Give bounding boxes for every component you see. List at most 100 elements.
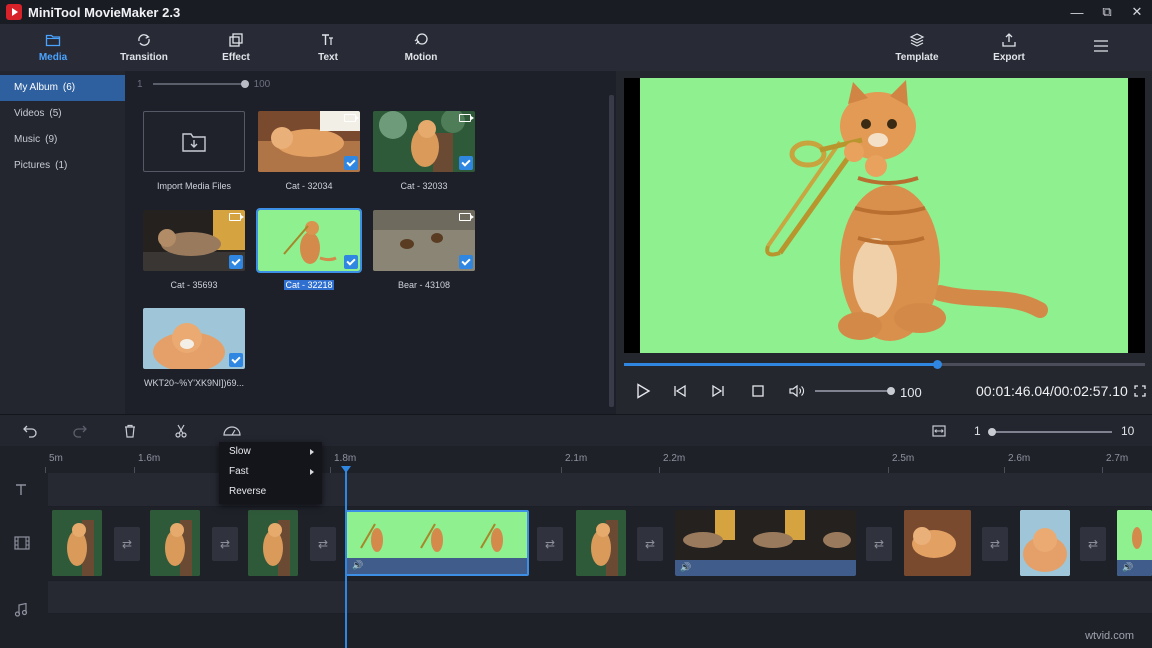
volume-button[interactable]: [788, 383, 806, 399]
fit-timeline-button[interactable]: [931, 423, 947, 439]
import-box[interactable]: [143, 111, 245, 172]
thumbnail-zoom-slider[interactable]: [153, 83, 245, 85]
clip-audio-bar[interactable]: 🔊: [675, 560, 856, 576]
transition-slot[interactable]: ⇄: [114, 527, 140, 561]
checkmark-icon[interactable]: [459, 156, 473, 170]
timeline-clip[interactable]: [904, 510, 971, 576]
timeline-zoom-handle[interactable]: [988, 428, 996, 436]
playhead-handle[interactable]: [341, 466, 351, 473]
media-tile[interactable]: Cat - 35693: [143, 210, 245, 290]
transition-slot[interactable]: ⇄: [537, 527, 563, 561]
text-track[interactable]: [48, 473, 1152, 506]
tab-transition[interactable]: Transition: [112, 24, 176, 71]
stop-button[interactable]: [750, 383, 766, 399]
app-logo-icon: [6, 4, 22, 20]
clip-audio-bar[interactable]: 🔊: [1117, 560, 1152, 576]
thumbnail[interactable]: [373, 210, 475, 271]
video-badge-icon: [459, 114, 471, 122]
timeline-clip[interactable]: [52, 510, 102, 576]
tab-motion[interactable]: Motion: [389, 24, 453, 71]
tab-text[interactable]: Text: [296, 24, 360, 71]
playhead[interactable]: [345, 466, 347, 648]
media-tile[interactable]: WKT20~%Y'XK9NI])69...: [143, 308, 245, 388]
split-button[interactable]: [173, 423, 189, 439]
transition-slot[interactable]: ⇄: [1080, 527, 1106, 561]
media-tile[interactable]: Cat - 32034: [258, 111, 360, 191]
current-time: 00:01:46.04: [976, 383, 1050, 399]
menu-item-slow[interactable]: Slow: [219, 442, 322, 462]
ruler-tick: 2.6m: [1008, 453, 1030, 464]
checkmark-icon[interactable]: [459, 255, 473, 269]
speed-button[interactable]: [222, 423, 242, 439]
timeline-clip[interactable]: [150, 510, 200, 576]
clip-audio-bar[interactable]: 🔊: [347, 558, 527, 574]
thumbnail[interactable]: [258, 210, 360, 271]
timeline-clip[interactable]: [1020, 510, 1070, 576]
checkmark-icon[interactable]: [229, 255, 243, 269]
thumbnail[interactable]: [258, 111, 360, 172]
media-scrollbar[interactable]: [609, 95, 614, 407]
import-media-tile[interactable]: Import Media Files: [143, 111, 245, 191]
timeline-zoom-slider[interactable]: [992, 431, 1112, 433]
checkmark-icon[interactable]: [344, 156, 358, 170]
submenu-arrow-icon: [310, 449, 314, 455]
timeline-clip[interactable]: 🔊: [1117, 510, 1152, 576]
seek-bar[interactable]: [624, 363, 1145, 366]
volume-slider[interactable]: [815, 390, 891, 392]
media-tile[interactable]: Cat - 32033: [373, 111, 475, 191]
menu-item-fast[interactable]: Fast: [219, 462, 322, 482]
sidebar-item-music[interactable]: Music(9): [0, 127, 125, 153]
title-bar: MiniTool MovieMaker 2.3 — ⧉ ✕: [0, 0, 1152, 24]
video-player[interactable]: [624, 78, 1145, 353]
menu-item-reverse[interactable]: Reverse: [219, 482, 322, 502]
redo-button[interactable]: [72, 423, 88, 439]
tab-effect[interactable]: Effect: [204, 24, 268, 71]
timeline-ruler[interactable]: 5m 1.6m 1.8m 2.1m 2.2m 2.5m 2.6m 2.7m: [0, 446, 1152, 473]
previous-frame-button[interactable]: [672, 383, 688, 399]
trombone-cat-image: [640, 78, 1128, 353]
minimize-button[interactable]: —: [1062, 0, 1092, 24]
sidebar-item-pictures[interactable]: Pictures(1): [0, 153, 125, 179]
media-tile-selected[interactable]: Cat - 32218: [258, 210, 360, 290]
thumbnail[interactable]: [373, 111, 475, 172]
music-track[interactable]: [48, 581, 1152, 613]
transition-slot[interactable]: ⇄: [866, 527, 892, 561]
timeline-clip[interactable]: [576, 510, 626, 576]
transition-slot[interactable]: ⇄: [310, 527, 336, 561]
restore-button[interactable]: ⧉: [1092, 0, 1122, 24]
menu-button[interactable]: [1069, 24, 1133, 71]
sidebar-item-my-album[interactable]: My Album(6): [0, 75, 125, 101]
fullscreen-icon: [1134, 385, 1146, 397]
next-frame-button[interactable]: [710, 383, 726, 399]
ruler-tick: 2.2m: [663, 453, 685, 464]
template-button[interactable]: Template: [885, 24, 949, 71]
slider-handle[interactable]: [241, 80, 249, 88]
seek-handle[interactable]: [933, 360, 942, 369]
tab-media[interactable]: Media: [21, 24, 85, 71]
delete-button[interactable]: [122, 423, 138, 439]
play-button[interactable]: [634, 382, 652, 400]
timeline-clip[interactable]: [248, 510, 298, 576]
volume-handle[interactable]: [887, 387, 895, 395]
undo-button[interactable]: [22, 423, 38, 439]
thumbnail[interactable]: [143, 210, 245, 271]
transition-slot[interactable]: ⇄: [212, 527, 238, 561]
window-controls: — ⧉ ✕: [1062, 0, 1152, 24]
media-tile[interactable]: Bear - 43108: [373, 210, 475, 290]
sidebar-item-videos[interactable]: Videos(5): [0, 101, 125, 127]
timeline-clip[interactable]: 🔊: [675, 510, 856, 576]
selected-timeline-clip[interactable]: 🔊: [345, 510, 529, 576]
checkmark-icon[interactable]: [229, 353, 243, 367]
export-button[interactable]: Export: [977, 24, 1041, 71]
thumbnail[interactable]: [143, 308, 245, 369]
close-button[interactable]: ✕: [1122, 0, 1152, 24]
menu-item-label: Slow: [229, 446, 251, 457]
video-track[interactable]: ⇄ ⇄ ⇄ 🔊 ⇄ ⇄ 🔊 ⇄ ⇄ ⇄ 🔊: [48, 507, 1152, 580]
checkmark-icon[interactable]: [344, 255, 358, 269]
clip-volume-icon: 🔊: [352, 560, 363, 571]
clip-volume-icon: 🔊: [1122, 562, 1133, 573]
fullscreen-button[interactable]: [1133, 384, 1147, 398]
transition-slot[interactable]: ⇄: [982, 527, 1008, 561]
transition-slot[interactable]: ⇄: [637, 527, 663, 561]
menu-item-label: Fast: [229, 466, 248, 477]
